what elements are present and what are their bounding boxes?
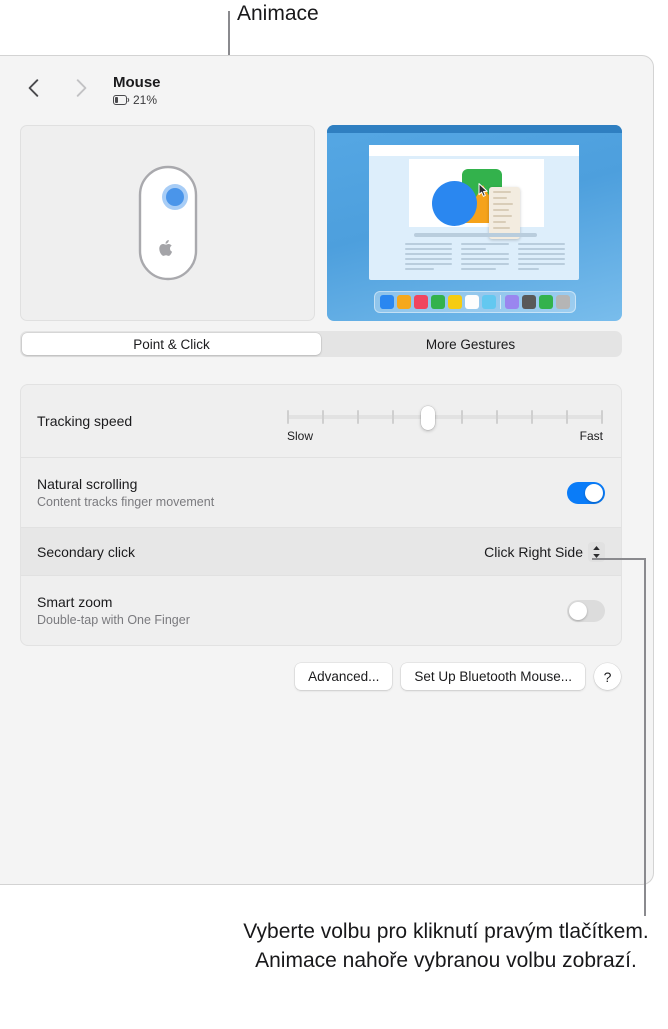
dock-icon[interactable] [396, 295, 411, 309]
slider-thumb[interactable] [420, 406, 435, 430]
setting-subtitle: Double-tap with One Finger [37, 613, 190, 627]
help-button[interactable]: ? [594, 663, 621, 690]
callout-paragraph-secondary-click: Vyberte volbu pro kliknutí pravým tlačít… [243, 920, 649, 972]
animation-text-column [517, 243, 565, 273]
window-toolbar: Mouse 21% [0, 56, 653, 118]
dock-separator [499, 295, 501, 309]
setting-title: Tracking speed [37, 413, 133, 429]
animation-text-column [405, 243, 453, 273]
setting-row-smart-zoom: Smart zoom Double-tap with One Finger [21, 575, 621, 645]
dock-icon[interactable] [521, 295, 536, 309]
title-block: Mouse 21% [113, 74, 161, 107]
dock-icon[interactable] [379, 295, 394, 309]
slider-tick [566, 410, 569, 424]
tab-label: More Gestures [425, 336, 516, 352]
callout-leader-line-secondary-horizontal [592, 558, 646, 560]
animation-text-columns [405, 243, 565, 273]
toggle-knob [585, 483, 603, 502]
slider-tick [287, 410, 289, 424]
preview-row [20, 125, 622, 321]
tracking-speed-slider[interactable]: Slow Fast [285, 399, 605, 443]
animation-dock [373, 291, 576, 313]
dock-icon[interactable] [447, 295, 462, 309]
animation-window-titlebar [369, 145, 579, 156]
page-title: Mouse [113, 74, 161, 91]
setting-row-secondary-click: Secondary click Click Right Side [21, 527, 621, 575]
dock-icon[interactable] [481, 295, 496, 309]
pointer-cursor-icon [478, 183, 488, 197]
slider-tick [356, 410, 359, 424]
row-labels: Natural scrolling Content tracks finger … [37, 476, 214, 509]
row-labels: Smart zoom Double-tap with One Finger [37, 594, 190, 627]
tab-more-gestures[interactable]: More Gestures [321, 333, 620, 355]
callout-label-animace: Animace [237, 2, 319, 25]
row-labels: Tracking speed [37, 413, 132, 429]
slider-tick [321, 410, 324, 424]
mouse-settings-window: Mouse 21% Point & Click More Gestures Tr… [0, 55, 654, 885]
dock-icon[interactable] [538, 295, 553, 309]
battery-icon [113, 95, 130, 105]
setting-title: Secondary click [37, 543, 136, 560]
advanced-button[interactable]: Advanced... [295, 663, 393, 690]
toggle-knob [569, 601, 587, 620]
slider-label-slow: Slow [287, 429, 314, 443]
tab-point-and-click[interactable]: Point & Click [22, 333, 321, 355]
set-up-bluetooth-mouse-button[interactable]: Set Up Bluetooth Mouse... [401, 663, 585, 690]
callout-leader-line-secondary-vertical [644, 558, 646, 916]
dock-icon[interactable] [464, 295, 479, 309]
setting-row-natural-scrolling: Natural scrolling Content tracks finger … [21, 457, 621, 527]
setting-title: Natural scrolling [37, 476, 138, 492]
back-button[interactable] [20, 74, 46, 102]
slider-label-fast: Fast [579, 429, 603, 443]
chevron-left-icon [28, 79, 38, 97]
dock-icon[interactable] [430, 295, 445, 309]
natural-scrolling-toggle[interactable] [567, 481, 605, 504]
mouse-illustration-panel [20, 125, 315, 321]
animation-text-column [461, 243, 509, 273]
battery-status: 21% [113, 93, 161, 107]
animation-preview-panel [327, 125, 622, 321]
magic-mouse-icon [138, 165, 197, 281]
setting-subtitle: Content tracks finger movement [37, 495, 215, 509]
smart-zoom-toggle[interactable] [567, 599, 605, 622]
blue-circle-shape [432, 181, 477, 226]
secondary-click-value: Click Right Side [484, 543, 583, 560]
animation-desktop-titlebar [327, 125, 622, 133]
chevron-right-icon [76, 79, 86, 97]
animation-scrollbar [414, 233, 537, 237]
setting-title: Smart zoom [37, 594, 113, 610]
dock-icon[interactable] [555, 295, 570, 309]
dock-icon[interactable] [413, 295, 428, 309]
slider-tick [601, 410, 603, 424]
animation-window [369, 145, 579, 280]
animation-context-menu [489, 187, 520, 239]
slider-track [287, 415, 603, 419]
tab-label: Point & Click [133, 336, 210, 352]
setting-row-tracking-speed: Tracking speed Slow Fast [21, 385, 621, 457]
tab-bar: Point & Click More Gestures [20, 331, 622, 357]
dock-icon[interactable] [504, 295, 519, 309]
slider-tick [531, 410, 534, 424]
bottom-button-row: Advanced... Set Up Bluetooth Mouse... ? [295, 663, 621, 690]
battery-level-text: 21% [133, 93, 158, 107]
row-labels: Secondary click [37, 544, 135, 560]
slider-tick [391, 410, 394, 424]
forward-button[interactable] [68, 74, 94, 102]
settings-list: Tracking speed Slow Fast Natural scrolli… [20, 384, 622, 646]
secondary-click-popup-button[interactable]: Click Right Side [484, 541, 605, 562]
